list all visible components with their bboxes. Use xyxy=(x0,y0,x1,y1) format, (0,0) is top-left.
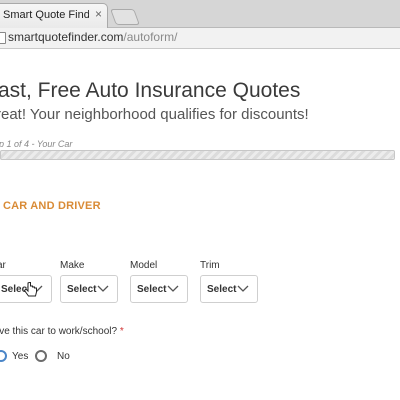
hand-cursor-icon xyxy=(24,282,37,297)
trim-select[interactable]: Select xyxy=(200,275,258,303)
year-label: ar xyxy=(0,260,6,271)
url-text[interactable]: smartquotefinder.com/autoform/ xyxy=(8,30,177,44)
chevron-down-icon xyxy=(167,285,179,292)
commute-question: ive this car to work/school? * xyxy=(0,326,124,337)
no-radio[interactable] xyxy=(35,350,47,362)
page-title: ast, Free Auto Insurance Quotes xyxy=(0,79,301,102)
tab-close-icon[interactable]: × xyxy=(95,7,102,21)
section-title: CAR AND DRIVER xyxy=(3,200,101,212)
tab-title: Smart Quote Finder Auto In xyxy=(3,9,89,21)
chevron-down-icon xyxy=(237,285,249,292)
model-select-value: Select xyxy=(137,284,167,295)
page-icon xyxy=(0,32,6,44)
progress-bar xyxy=(0,150,395,160)
address-bar[interactable]: smartquotefinder.com/autoform/ xyxy=(0,28,400,49)
step-indicator: ep 1 of 4 - Your Car xyxy=(0,139,73,149)
trim-label: Trim xyxy=(200,260,220,271)
new-tab-button[interactable] xyxy=(110,9,140,25)
chevron-down-icon xyxy=(97,285,109,292)
model-label: Model xyxy=(130,260,158,271)
yes-radio[interactable] xyxy=(0,350,7,362)
browser-tab[interactable]: Smart Quote Finder Auto In × xyxy=(0,3,108,28)
make-select[interactable]: Select xyxy=(60,275,118,303)
make-label: Make xyxy=(60,260,85,271)
page-subtitle: reat! Your neighborhood qualifies for di… xyxy=(0,106,309,123)
trim-select-value: Select xyxy=(207,284,237,295)
required-mark: * xyxy=(119,326,124,337)
model-select[interactable]: Select xyxy=(130,275,188,303)
yes-radio-label[interactable]: Yes xyxy=(12,351,28,362)
make-select-value: Select xyxy=(67,284,97,295)
url-path: /autoform/ xyxy=(123,30,178,44)
url-domain: smartquotefinder.com xyxy=(8,30,124,44)
no-radio-label[interactable]: No xyxy=(57,351,70,362)
browser-tab-bar: Smart Quote Finder Auto In × xyxy=(0,0,400,28)
commute-question-text: ive this car to work/school? xyxy=(0,326,118,337)
